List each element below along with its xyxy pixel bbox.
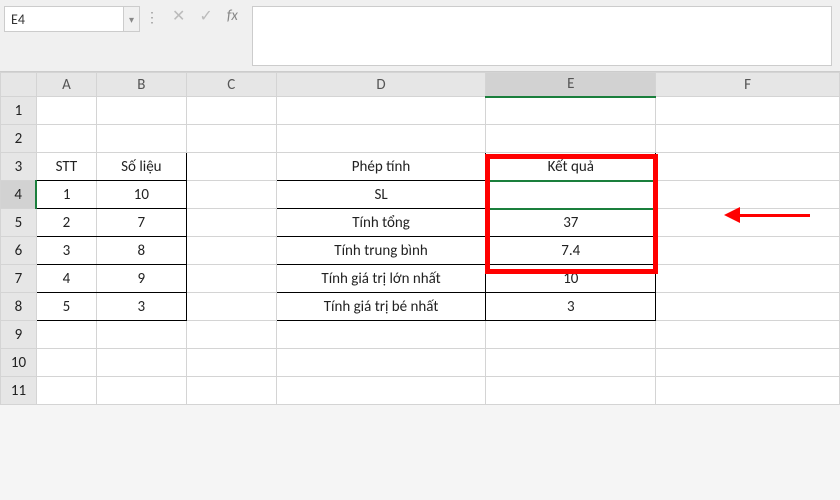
cell-F1[interactable]: [656, 97, 840, 125]
row-header-3[interactable]: 3: [1, 153, 37, 181]
enter-icon[interactable]: ✓: [199, 6, 212, 26]
formula-buttons: ✕ ✓ fx: [162, 4, 248, 28]
row-header-1[interactable]: 1: [1, 97, 37, 125]
cell-A3[interactable]: STT: [36, 153, 96, 181]
cell-F11[interactable]: [656, 377, 840, 405]
formula-input[interactable]: [252, 6, 832, 66]
cell-C5[interactable]: [186, 209, 276, 237]
cell-D1[interactable]: [276, 97, 486, 125]
cell-C7[interactable]: [186, 265, 276, 293]
cell-C3[interactable]: [186, 153, 276, 181]
cell-E3[interactable]: Kết quả: [486, 153, 656, 181]
col-header-F[interactable]: F: [656, 73, 840, 97]
fx-icon[interactable]: fx: [227, 7, 238, 25]
cell-D11[interactable]: [276, 377, 486, 405]
cell-C8[interactable]: [186, 293, 276, 321]
name-box-dropdown[interactable]: ▾: [124, 6, 140, 32]
row-header-7[interactable]: 7: [1, 265, 37, 293]
col-header-B[interactable]: B: [96, 73, 186, 97]
cell-F6[interactable]: [656, 237, 840, 265]
cell-F8[interactable]: [656, 293, 840, 321]
row-header-5[interactable]: 5: [1, 209, 37, 237]
cell-F9[interactable]: [656, 321, 840, 349]
cell-D9[interactable]: [276, 321, 486, 349]
cell-B3[interactable]: Số liệu: [96, 153, 186, 181]
col-header-E[interactable]: E: [486, 73, 656, 97]
cell-E11[interactable]: [486, 377, 656, 405]
row-header-2[interactable]: 2: [1, 125, 37, 153]
cancel-icon[interactable]: ✕: [172, 6, 185, 26]
cell-B2[interactable]: [96, 125, 186, 153]
cell-E8[interactable]: 3: [486, 293, 656, 321]
cell-D10[interactable]: [276, 349, 486, 377]
cell-A6[interactable]: 3: [36, 237, 96, 265]
row-header-8[interactable]: 8: [1, 293, 37, 321]
cell-D7[interactable]: Tính giá trị lớn nhất: [276, 265, 486, 293]
cell-F10[interactable]: [656, 349, 840, 377]
cell-E10[interactable]: [486, 349, 656, 377]
cell-D4[interactable]: SL: [276, 181, 486, 209]
cell-D2[interactable]: [276, 125, 486, 153]
row-header-9[interactable]: 9: [1, 321, 37, 349]
cell-F2[interactable]: [656, 125, 840, 153]
cell-A7[interactable]: 4: [36, 265, 96, 293]
cell-A11[interactable]: [36, 377, 96, 405]
name-box-wrap: E4 ▾: [0, 4, 144, 34]
cell-F3[interactable]: [656, 153, 840, 181]
cell-E6[interactable]: 7.4: [486, 237, 656, 265]
cell-B1[interactable]: [96, 97, 186, 125]
cell-B5[interactable]: 7: [96, 209, 186, 237]
cell-A1[interactable]: [36, 97, 96, 125]
arrow-head-icon: [724, 207, 740, 223]
cell-A2[interactable]: [36, 125, 96, 153]
select-all-corner[interactable]: [1, 73, 37, 97]
cell-C10[interactable]: [186, 349, 276, 377]
annotation-arrow: [724, 207, 810, 223]
cell-C2[interactable]: [186, 125, 276, 153]
col-header-A[interactable]: A: [36, 73, 96, 97]
cell-A9[interactable]: [36, 321, 96, 349]
cell-A4[interactable]: 1: [36, 181, 96, 209]
cell-F7[interactable]: [656, 265, 840, 293]
row-header-4[interactable]: 4: [1, 181, 37, 209]
spreadsheet-grid[interactable]: A B C D E F 1 2 3 STT Số liệu Phép tính …: [0, 72, 840, 405]
cell-C1[interactable]: [186, 97, 276, 125]
formula-bar: E4 ▾ ⋮ ✕ ✓ fx: [0, 0, 840, 72]
cell-F4[interactable]: [656, 181, 840, 209]
cell-B8[interactable]: 3: [96, 293, 186, 321]
cell-E1[interactable]: [486, 97, 656, 125]
cell-C11[interactable]: [186, 377, 276, 405]
cell-D8[interactable]: Tính giá trị bé nhất: [276, 293, 486, 321]
row-header-6[interactable]: 6: [1, 237, 37, 265]
row-header-11[interactable]: 11: [1, 377, 37, 405]
cell-A8[interactable]: 5: [36, 293, 96, 321]
cell-A10[interactable]: [36, 349, 96, 377]
cell-B7[interactable]: 9: [96, 265, 186, 293]
cell-C9[interactable]: [186, 321, 276, 349]
cell-B9[interactable]: [96, 321, 186, 349]
cell-A5[interactable]: 2: [36, 209, 96, 237]
cell-E2[interactable]: [486, 125, 656, 153]
cell-D3[interactable]: Phép tính: [276, 153, 486, 181]
cell-E5[interactable]: 37: [486, 209, 656, 237]
cell-B11[interactable]: [96, 377, 186, 405]
cell-E9[interactable]: [486, 321, 656, 349]
cell-D5[interactable]: Tính tổng: [276, 209, 486, 237]
col-header-D[interactable]: D: [276, 73, 486, 97]
cell-B10[interactable]: [96, 349, 186, 377]
cell-C6[interactable]: [186, 237, 276, 265]
cell-C4[interactable]: [186, 181, 276, 209]
row-header-10[interactable]: 10: [1, 349, 37, 377]
cell-E7[interactable]: 10: [486, 265, 656, 293]
cell-B6[interactable]: 8: [96, 237, 186, 265]
separator-dots: ⋮: [144, 4, 162, 30]
arrow-line: [740, 214, 810, 217]
name-box[interactable]: E4: [4, 6, 124, 32]
col-header-C[interactable]: C: [186, 73, 276, 97]
cell-E4[interactable]: [486, 181, 656, 209]
cell-B4[interactable]: 10: [96, 181, 186, 209]
cell-D6[interactable]: Tính trung bình: [276, 237, 486, 265]
